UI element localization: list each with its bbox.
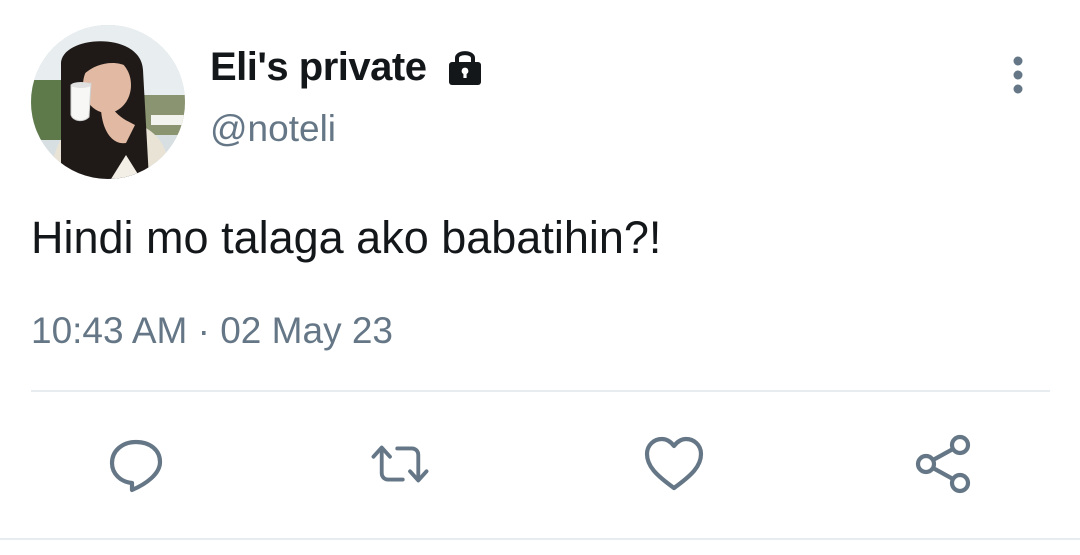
lock-icon bbox=[444, 46, 486, 88]
retweet-icon bbox=[371, 445, 429, 483]
divider bbox=[31, 390, 1050, 392]
avatar[interactable] bbox=[31, 25, 185, 179]
display-name[interactable]: Eli's private bbox=[210, 45, 427, 90]
reply-button[interactable] bbox=[104, 432, 168, 496]
tweet-time: 10:43 AM bbox=[31, 310, 188, 351]
like-button[interactable] bbox=[642, 432, 706, 496]
meta-separator: · bbox=[197, 310, 210, 351]
reply-icon bbox=[109, 439, 163, 493]
tweet-date: 02 May 23 bbox=[220, 310, 394, 351]
user-handle[interactable]: @noteli bbox=[210, 108, 336, 150]
share-icon bbox=[915, 434, 971, 494]
bottom-divider bbox=[0, 538, 1080, 540]
avatar-image bbox=[31, 25, 185, 179]
tweet-timestamp[interactable]: 10:43 AM · 02 May 23 bbox=[31, 310, 393, 352]
display-name-row: Eli's private bbox=[210, 42, 486, 92]
more-options-button[interactable] bbox=[998, 52, 1038, 98]
retweet-button[interactable] bbox=[368, 432, 432, 496]
more-vertical-icon bbox=[1013, 56, 1023, 94]
tweet-text: Hindi mo talaga ako babatihin?! bbox=[31, 212, 662, 263]
share-button[interactable] bbox=[912, 432, 976, 496]
tweet-card: Eli's private @noteli Hindi mo talaga ak… bbox=[0, 0, 1080, 555]
heart-icon bbox=[644, 436, 704, 491]
